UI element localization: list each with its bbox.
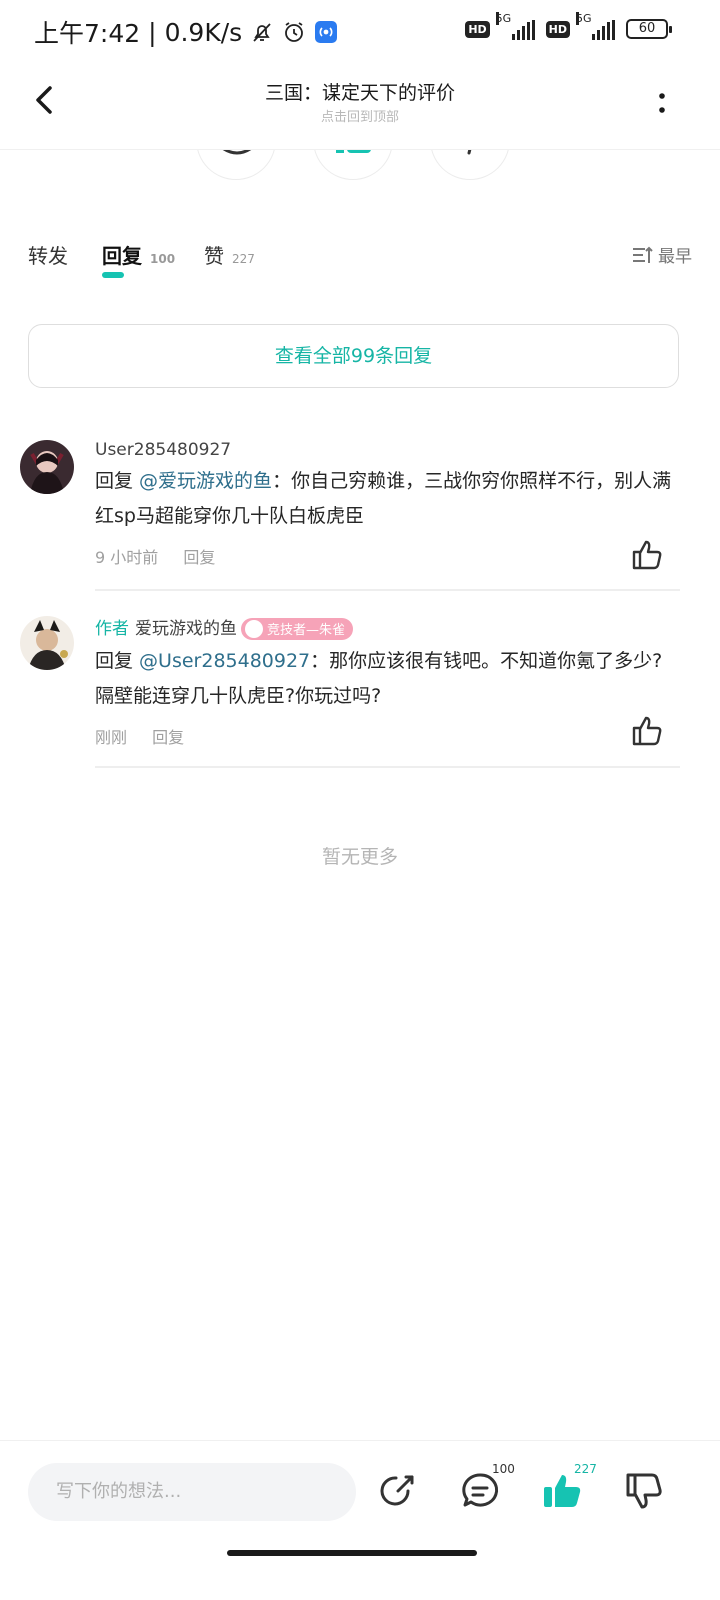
comment-count: 100 [492, 1462, 515, 1476]
reply-prefix: 回复 [95, 470, 140, 492]
reply-button[interactable]: 回复 [152, 728, 184, 747]
page-subtitle[interactable]: 点击回到顶部 [0, 106, 720, 125]
avatar[interactable] [20, 440, 74, 494]
tab-forward[interactable]: 转发 [28, 240, 68, 269]
avatar[interactable] [20, 616, 74, 670]
hd-badge: HD [465, 20, 490, 38]
rank-badge: 竞技者—朱雀 [241, 617, 354, 641]
tab-reply[interactable]: 回复 100 [102, 240, 176, 278]
comment-time: 刚刚 [95, 728, 128, 748]
comment-body: 作者 爱玩游戏的鱼 竞技者—朱雀 回复 @User285480927：那你应该很有钱… [95, 614, 680, 748]
status-right: HD 5G HD 5G 60 [465, 12, 672, 40]
rank-badge-label: 竞技者—朱雀 [267, 622, 346, 638]
reply-button[interactable]: 回复 [183, 548, 215, 567]
mention-link[interactable]: @User285480927 [139, 650, 310, 672]
comment-meta: 9 小时前 回复 [95, 544, 680, 568]
action-button-partial[interactable] [430, 150, 510, 180]
status-bar: 上午7:42 | 0.9K/s HD 5G HD 5G 60 [0, 0, 720, 64]
signal-strength-icon: 5G [576, 12, 618, 40]
bottom-action-bar: 写下你的想法... 100 227 [0, 1440, 720, 1540]
page-title[interactable]: 三国：谋定天下的评价 [0, 78, 720, 105]
comment-body: User285480927 回复 @爱玩游戏的鱼：你自己穷赖谁，三战你穷你照样不… [95, 440, 680, 568]
sort-label: 最早 [658, 247, 692, 267]
tab-reply-count: 100 [150, 252, 176, 266]
tab-like[interactable]: 赞 227 [204, 240, 255, 269]
scrolled-action-buttons [0, 150, 720, 180]
top-nav-bar: 三国：谋定天下的评价 点击回到顶部 [0, 64, 720, 150]
comment-time: 9 小时前 [95, 548, 159, 567]
hd-badge: HD [545, 20, 570, 38]
status-speed: 0.9K/s [164, 17, 243, 47]
signal-strength-icon: 5G [495, 12, 538, 40]
author-tag: 作者 [95, 619, 129, 639]
status-separator: | [148, 17, 157, 47]
comment-username[interactable]: User285480927 [95, 440, 680, 460]
reply-prefix: 回复 [95, 650, 140, 673]
tab-like-label: 赞 [204, 244, 224, 268]
rank-badge-icon [245, 620, 263, 639]
status-left: 上午7:42 | 0.9K/s [34, 14, 338, 50]
thumbs-up-icon[interactable] [630, 538, 664, 572]
tab-forward-label: 转发 [28, 244, 68, 268]
broadcast-app-icon [315, 21, 338, 43]
comment-input[interactable]: 写下你的想法... [28, 1463, 356, 1521]
sort-button[interactable]: 最早 [632, 242, 692, 267]
comment-text: 回复 @爱玩游戏的鱼：你自己穷赖谁，三战你穷你照样不行，别人满红sp马超能穿你几… [95, 464, 680, 534]
thumbs-up-icon[interactable] [630, 714, 664, 748]
comment-text: 回复 @User285480927：那你应该很有钱吧。不知道你氪了多少?隔壁能连… [95, 644, 680, 714]
action-button-partial[interactable] [196, 150, 276, 180]
more-options-icon[interactable] [652, 90, 672, 116]
sort-icon [633, 246, 653, 263]
mention-link[interactable]: @爱玩游戏的鱼 [139, 470, 272, 492]
like-count: 227 [574, 1462, 597, 1476]
no-more-indicator: 暂无更多 [321, 846, 398, 868]
view-all-replies-button[interactable]: 查看全部99条回复 [28, 324, 679, 388]
battery-icon: 60 [626, 19, 672, 39]
status-time: 上午7:42 [34, 19, 141, 48]
comment-divider [95, 589, 680, 591]
comment-divider [95, 766, 680, 768]
alarm-icon [285, 22, 304, 42]
signal-label: 5G [576, 12, 592, 25]
tab-reply-label: 回复 [102, 244, 142, 268]
comment-meta: 刚刚 回复 [95, 724, 680, 748]
reply-tabs: 转发 回复 100 赞 227 最早 [28, 240, 692, 280]
share-icon[interactable] [376, 1469, 420, 1513]
bell-muted-icon [253, 23, 271, 42]
comment-author-line: 作者 爱玩游戏的鱼 竞技者—朱雀 [95, 614, 680, 641]
like-action-button-partial[interactable] [313, 150, 393, 180]
comment-username[interactable]: 爱玩游戏的鱼 [135, 619, 237, 639]
tab-like-count: 227 [232, 252, 255, 266]
signal-label: 5G [495, 12, 512, 25]
thumbs-down-icon[interactable] [622, 1469, 666, 1513]
home-indicator[interactable] [227, 1550, 477, 1556]
active-tab-indicator [102, 272, 124, 278]
